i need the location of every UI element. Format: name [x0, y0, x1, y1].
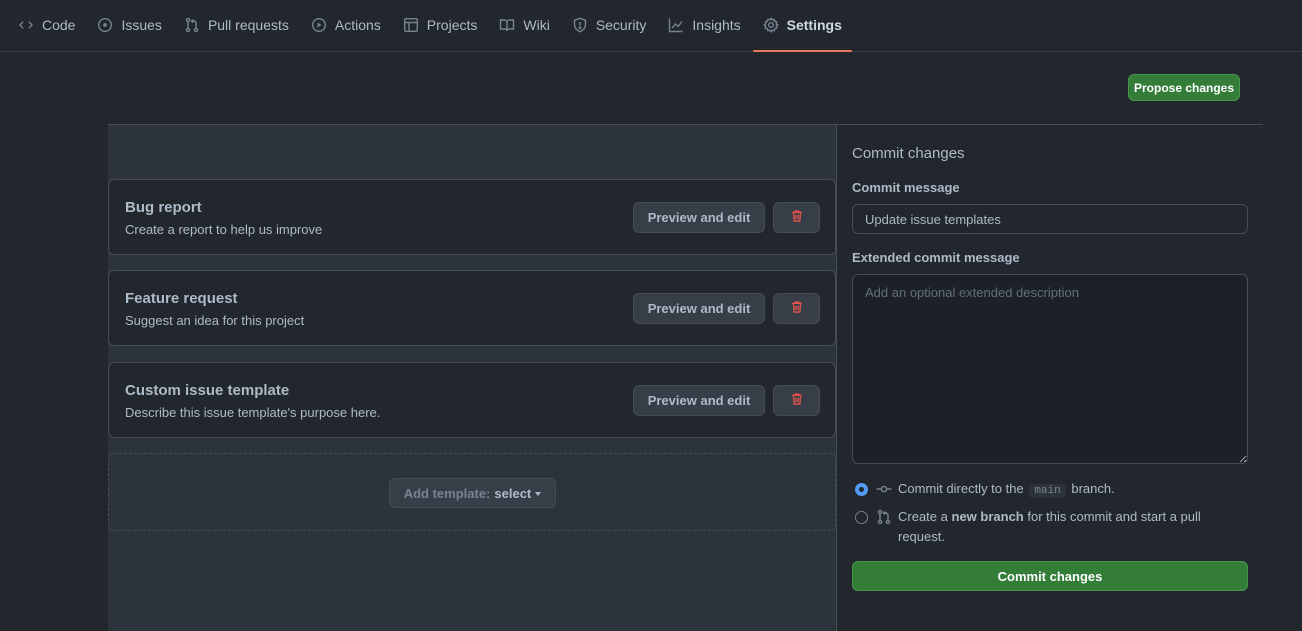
- repo-nav: Code Issues Pull requests Actions Projec…: [0, 0, 1302, 52]
- branch-name-chip: main: [1029, 484, 1066, 498]
- tab-wiki[interactable]: Wiki: [489, 0, 559, 51]
- commit-direct-suffix: branch.: [1071, 481, 1115, 496]
- tab-label: Issues: [121, 17, 162, 33]
- tab-issues[interactable]: Issues: [87, 0, 171, 51]
- commit-direct-option[interactable]: Commit directly to the main branch.: [855, 481, 1115, 498]
- add-template-select: select: [494, 485, 532, 501]
- tab-label: Wiki: [523, 17, 550, 33]
- tab-label: Settings: [786, 17, 842, 33]
- template-card-custom: Custom issue template Describe this issu…: [108, 362, 836, 438]
- template-description: Create a report to help us improve: [125, 222, 323, 237]
- graph-icon: [668, 17, 684, 33]
- add-template-dropdown[interactable]: Add template: select: [389, 478, 556, 508]
- tab-label: Insights: [692, 17, 741, 33]
- template-card-bug-report: Bug report Create a report to help us im…: [108, 179, 836, 255]
- delete-template-button[interactable]: [773, 293, 820, 324]
- book-icon: [499, 17, 515, 33]
- template-card-feature-request: Feature request Suggest an idea for this…: [108, 270, 836, 346]
- template-description: Suggest an idea for this project: [125, 313, 305, 328]
- gear-icon: [762, 17, 779, 33]
- tab-pull-requests[interactable]: Pull requests: [174, 0, 299, 51]
- tab-code[interactable]: Code: [8, 0, 85, 51]
- issue-opened-icon: [97, 17, 113, 33]
- commit-direct-prefix: Commit directly to the: [898, 481, 1024, 496]
- trash-icon: [790, 392, 804, 409]
- template-editor-panel: Bug report Create a report to help us im…: [108, 124, 837, 631]
- template-description: Describe this issue template's purpose h…: [125, 405, 381, 420]
- delete-template-button[interactable]: [773, 202, 820, 233]
- extended-message-textarea[interactable]: [852, 274, 1248, 464]
- tab-label: Pull requests: [207, 17, 289, 33]
- tab-projects[interactable]: Projects: [393, 0, 488, 51]
- tab-label: Projects: [426, 17, 478, 33]
- preview-and-edit-button[interactable]: Preview and edit: [633, 202, 765, 233]
- shield-icon: [572, 17, 588, 33]
- tab-actions[interactable]: Actions: [301, 0, 391, 51]
- template-title: Feature request: [125, 290, 238, 307]
- tab-security[interactable]: Security: [562, 0, 657, 51]
- extended-message-label: Extended commit message: [852, 250, 1020, 265]
- commit-heading: Commit changes: [852, 145, 965, 162]
- trash-icon: [790, 300, 804, 317]
- tab-label: Actions: [334, 17, 381, 33]
- delete-template-button[interactable]: [773, 385, 820, 416]
- commit-new-branch-text: Create a new branch for this commit and …: [898, 507, 1235, 547]
- commit-panel: Commit changes Commit message Extended c…: [837, 124, 1263, 631]
- propose-changes-button[interactable]: Propose changes: [1128, 74, 1240, 101]
- play-icon: [311, 17, 327, 33]
- tab-insights[interactable]: Insights: [658, 0, 750, 51]
- commit-new-prefix: Create a: [898, 509, 948, 524]
- trash-icon: [790, 209, 804, 226]
- tab-label: Code: [42, 17, 76, 33]
- template-title: Bug report: [125, 199, 202, 216]
- preview-and-edit-button[interactable]: Preview and edit: [633, 385, 765, 416]
- git-pull-request-icon: [876, 509, 892, 525]
- commit-new-bold: new branch: [951, 509, 1024, 524]
- caret-down-icon: [535, 492, 542, 496]
- add-template-label: Add template:: [403, 485, 491, 501]
- commit-message-label: Commit message: [852, 180, 960, 195]
- commit-changes-button[interactable]: Commit changes: [852, 561, 1248, 591]
- tab-label: Security: [595, 17, 647, 33]
- commit-new-branch-option[interactable]: Create a new branch for this commit and …: [855, 509, 1235, 547]
- commit-direct-text: Commit directly to the main branch.: [898, 481, 1115, 498]
- commit-new-branch-radio[interactable]: [855, 511, 868, 524]
- tab-settings[interactable]: Settings: [752, 0, 853, 52]
- commit-message-input[interactable]: [852, 204, 1248, 234]
- preview-and-edit-button[interactable]: Preview and edit: [633, 293, 765, 324]
- git-commit-icon: [876, 481, 892, 497]
- commit-direct-radio[interactable]: [855, 483, 868, 496]
- git-pull-request-icon: [184, 17, 200, 33]
- table-icon: [403, 17, 419, 33]
- add-template-zone: Add template: select: [108, 453, 836, 531]
- template-title: Custom issue template: [125, 382, 290, 399]
- code-icon: [18, 17, 34, 33]
